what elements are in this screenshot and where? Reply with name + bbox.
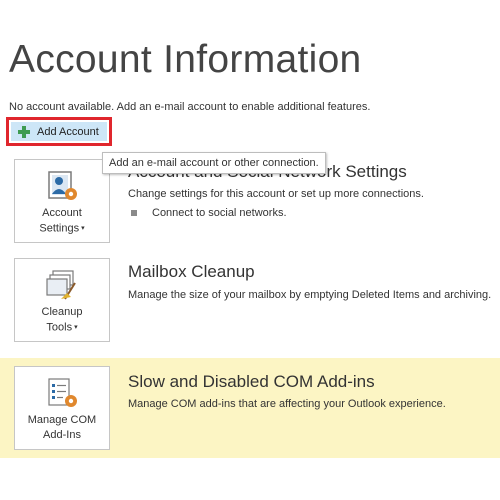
- com-addins-section: Manage COM Add-Ins Slow and Disabled COM…: [0, 358, 500, 458]
- cleanup-tools-icon: [46, 270, 76, 300]
- add-account-button-face[interactable]: Add Account: [11, 122, 107, 141]
- account-settings-icon: [48, 171, 77, 200]
- connect-social-networks-text: Connect to social networks.: [152, 207, 287, 219]
- page-title: Account Information: [9, 38, 362, 81]
- cleanup-tools-button[interactable]: Cleanup Tools ▾: [14, 258, 110, 342]
- chevron-down-icon: ▾: [74, 324, 78, 331]
- bullet-icon: [131, 210, 137, 216]
- account-settings-button[interactable]: Account Settings ▾: [14, 159, 110, 243]
- cleanup-tools-label-line1: Cleanup: [41, 306, 83, 318]
- plus-icon: [18, 125, 30, 138]
- manage-com-addins-button[interactable]: Manage COM Add-Ins: [14, 366, 110, 450]
- manage-com-label-line1: Manage COM: [27, 414, 97, 426]
- account-settings-description: Change settings for this account or set …: [128, 188, 424, 200]
- list-item: Connect to social networks.: [131, 207, 287, 219]
- add-account-tooltip: Add an e-mail account or other connectio…: [102, 152, 326, 174]
- manage-com-addins-icon: [48, 378, 77, 407]
- chevron-down-icon: ▾: [81, 225, 85, 232]
- cleanup-tools-label-line2: Tools: [46, 321, 73, 334]
- add-account-label: Add Account: [37, 125, 99, 138]
- mailbox-cleanup-title: Mailbox Cleanup: [128, 262, 255, 281]
- no-account-info-text: No account available. Add an e-mail acco…: [9, 101, 371, 113]
- add-account-button[interactable]: Add Account: [6, 117, 112, 146]
- manage-com-label-line2: Add-Ins: [43, 429, 81, 441]
- com-addins-title: Slow and Disabled COM Add-ins: [128, 372, 375, 391]
- com-addins-description: Manage COM add-ins that are affecting yo…: [128, 398, 446, 410]
- account-settings-label-line2: Settings: [39, 222, 80, 235]
- mailbox-cleanup-description: Manage the size of your mailbox by empty…: [128, 289, 492, 301]
- mailbox-cleanup-section: Cleanup Tools ▾ Mailbox Cleanup Manage th…: [0, 250, 500, 350]
- account-settings-label-line1: Account: [42, 207, 82, 219]
